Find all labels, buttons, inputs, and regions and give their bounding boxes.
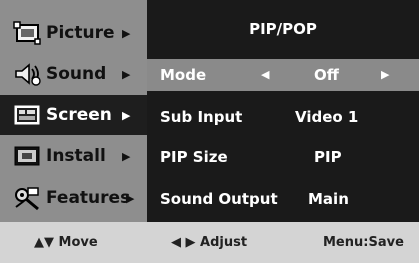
row-value: Video 1 <box>295 108 359 126</box>
menu-row-mode[interactable]: Mode ◀ Off ▶ <box>147 59 419 91</box>
menu-row-pip-size[interactable]: PIP Size PIP <box>147 141 419 173</box>
chevron-right-icon: ▶ <box>122 26 131 40</box>
move-hint: ▲▼ Move <box>34 235 98 250</box>
sidebar-item-label: Screen <box>46 105 112 125</box>
chevron-right-icon: ▶ <box>126 191 135 205</box>
panel-title: PIP/POP <box>249 20 317 38</box>
sidebar-item-screen[interactable]: Screen ▶ <box>0 95 147 135</box>
tv-osd-menu: Picture ▶ Sound ▶ Screen ▶ Install ▶ Fea… <box>0 0 419 263</box>
category-sidebar: Picture ▶ Sound ▶ Screen ▶ Install ▶ Fea… <box>0 0 147 222</box>
sidebar-item-label: Picture <box>46 23 115 43</box>
row-label: Mode <box>160 66 207 84</box>
row-value: PIP <box>314 148 342 166</box>
sidebar-item-label: Sound <box>46 64 107 84</box>
sidebar-item-install[interactable]: Install ▶ <box>0 136 147 176</box>
sidebar-item-label: Features <box>46 188 131 208</box>
row-label: Sound Output <box>160 190 278 208</box>
row-value: Main <box>308 190 349 208</box>
screen-icon <box>10 101 44 129</box>
arrow-left-icon[interactable]: ◀ <box>261 68 269 81</box>
arrow-right-icon[interactable]: ▶ <box>381 68 389 81</box>
menu-row-sub-input[interactable]: Sub Input Video 1 <box>147 101 419 133</box>
row-label: Sub Input <box>160 108 243 126</box>
sidebar-item-picture[interactable]: Picture ▶ <box>0 13 147 53</box>
hint-bar: ▲▼ Move ◀ ▶ Adjust Menu:Save <box>0 222 419 263</box>
row-label: PIP Size <box>160 148 228 166</box>
sound-icon <box>10 60 44 88</box>
pip-pop-panel: PIP/POP Mode ◀ Off ▶ Sub Input Video 1 P… <box>147 0 419 222</box>
chevron-right-icon: ▶ <box>122 108 131 122</box>
install-icon <box>10 142 44 170</box>
sidebar-item-label: Install <box>46 146 106 166</box>
row-value: Off <box>314 66 339 84</box>
sidebar-item-sound[interactable]: Sound ▶ <box>0 54 147 94</box>
adjust-hint: ◀ ▶ Adjust <box>171 235 248 250</box>
features-icon <box>10 184 44 212</box>
picture-icon <box>10 19 44 47</box>
save-hint: Menu:Save <box>323 235 404 250</box>
chevron-right-icon: ▶ <box>122 67 131 81</box>
chevron-right-icon: ▶ <box>122 149 131 163</box>
menu-row-sound-output[interactable]: Sound Output Main <box>147 183 419 215</box>
sidebar-item-features[interactable]: Features ▶ <box>0 178 147 218</box>
